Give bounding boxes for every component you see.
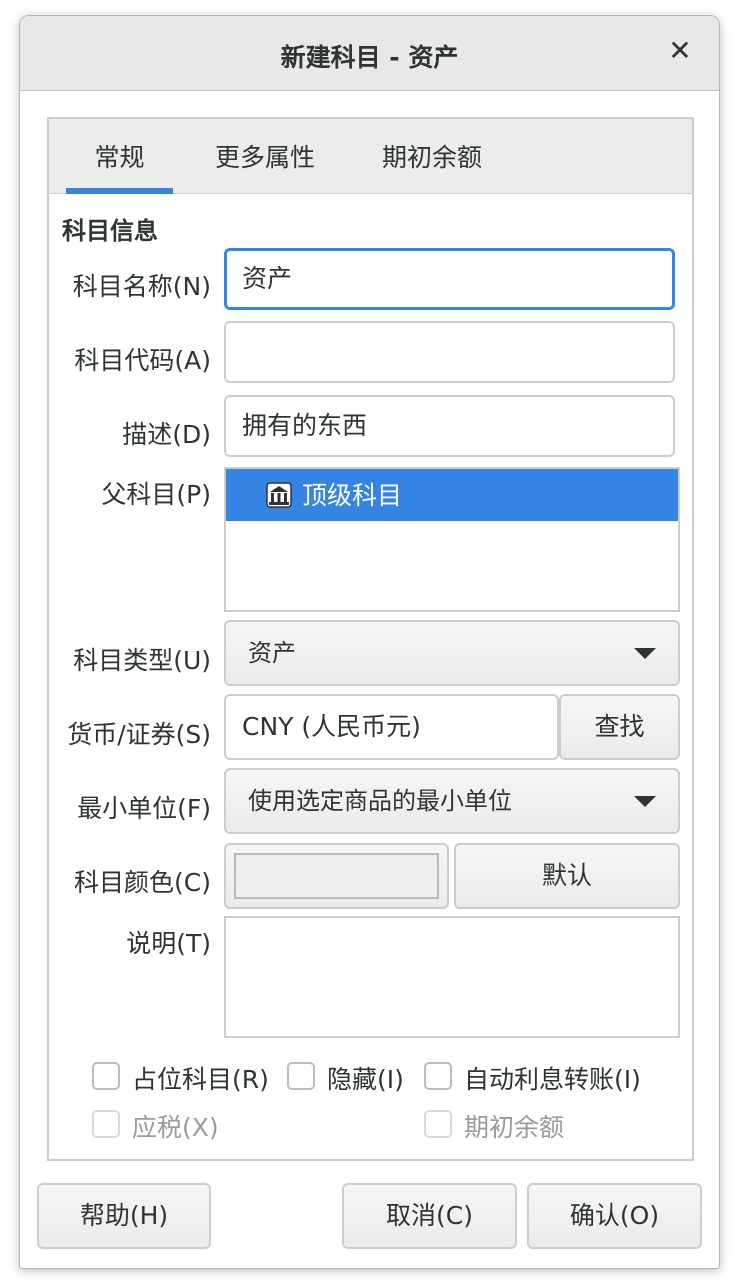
tax-related-label: 应税(X) [132,1113,219,1142]
tab-general[interactable]: 常规 [66,119,173,194]
checkbox-box[interactable] [424,1062,452,1090]
default-color-button[interactable]: 默认 [454,843,680,909]
color-picker-button[interactable] [224,843,449,909]
account-name-label: 科目名称(N) [72,272,211,301]
checkbox-box [92,1110,120,1138]
currency-input[interactable]: CNY (人民币元) [224,694,559,760]
color-swatch [234,853,439,899]
tab-opening-balance[interactable]: 期初余额 [374,119,490,193]
window-title: 新建科目 - 资产 [280,43,459,72]
currency-select-button[interactable]: 查找 [559,694,680,760]
description-input[interactable]: 拥有的东西 [224,395,675,457]
ok-button[interactable]: 确认(O) [527,1183,702,1249]
notes-label: 说明(T) [126,929,211,958]
close-icon[interactable]: ✕ [665,36,695,66]
help-button[interactable]: 帮助(H) [37,1183,211,1249]
section-title: 科目信息 [62,217,158,245]
notes-textarea[interactable] [224,916,680,1038]
dropdown-arrow-icon [634,648,656,659]
opening-balance-label: 期初余额 [464,1113,565,1142]
parent-account-label: 父科目(P) [101,480,211,509]
description-label: 描述(D) [122,420,211,449]
checkbox-box [424,1110,452,1138]
smallest-unit-combo[interactable]: 使用选定商品的最小单位 [224,768,680,834]
bank-icon [266,482,292,508]
account-type-label: 科目类型(U) [73,646,211,675]
account-type-combo[interactable]: 资产 [224,620,680,686]
checkbox-box[interactable] [92,1062,120,1090]
auto-interest-label: 自动利息转账(I) [464,1065,641,1094]
account-name-input[interactable]: 资产 [224,248,675,310]
tree-row-top-level[interactable]: 顶级科目 [226,469,678,521]
smallest-unit-label: 最小单位(F) [77,794,211,823]
currency-label: 货币/证券(S) [67,720,211,749]
cancel-button[interactable]: 取消(C) [342,1183,517,1249]
titlebar[interactable]: 新建科目 - 资产 ✕ [20,16,719,91]
tab-notebook: 常规 更多属性 期初余额 科目信息 科目名称(N) 资产 科目代码(A) 描述(… [47,117,694,1161]
account-code-label: 科目代码(A) [74,346,211,375]
placeholder-label: 占位科目(R) [132,1065,269,1094]
smallest-unit-value: 使用选定商品的最小单位 [248,787,512,815]
parent-account-tree[interactable]: 顶级科目 [224,467,680,612]
account-color-label: 科目颜色(C) [74,868,211,897]
hidden-label: 隐藏(I) [327,1065,404,1094]
checkbox-box[interactable] [287,1062,315,1090]
tab-more-properties[interactable]: 更多属性 [207,119,323,193]
account-code-input[interactable] [224,321,675,383]
dropdown-arrow-icon [634,796,656,807]
account-type-value: 资产 [248,639,296,667]
tab-bar: 常规 更多属性 期初余额 [49,119,692,194]
dialog-window: 新建科目 - 资产 ✕ 常规 更多属性 期初余额 科目信息 科目名称(N) 资产… [19,15,720,1269]
tree-row-label: 顶级科目 [302,481,403,510]
